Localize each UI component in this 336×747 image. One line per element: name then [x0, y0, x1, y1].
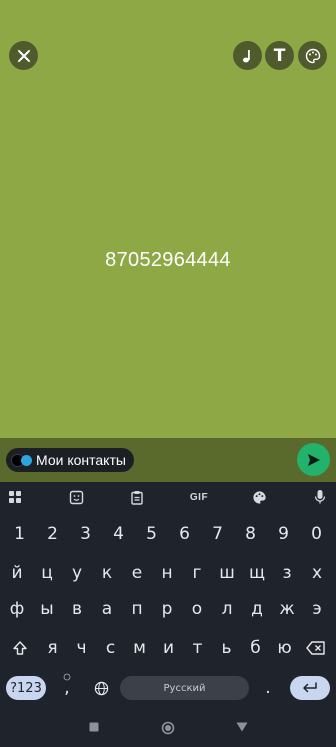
audience-label: Мои контакты: [36, 452, 126, 468]
key[interactable]: п: [122, 590, 152, 628]
key[interactable]: щ: [242, 554, 272, 592]
key[interactable]: и: [154, 629, 183, 667]
square-icon: [89, 722, 99, 732]
apps-grid-icon: [9, 491, 21, 503]
music-button[interactable]: [233, 41, 262, 70]
key[interactable]: ч: [67, 629, 96, 667]
key[interactable]: д: [242, 590, 272, 628]
key[interactable]: ф: [2, 590, 32, 628]
home-button[interactable]: [161, 721, 175, 735]
key[interactable]: 3: [69, 515, 102, 553]
close-icon: [17, 49, 30, 62]
enter-key[interactable]: [290, 676, 330, 700]
keyboard-toolbar: GIF: [0, 482, 336, 512]
keyboard: GIF 1 2 3 4 5 6 7 8 9 0 й ц у к е н г ш …: [0, 482, 336, 712]
comma-key[interactable]: ,: [52, 669, 82, 707]
key[interactable]: 5: [135, 515, 168, 553]
period-key[interactable]: .: [253, 669, 283, 707]
enter-icon: [303, 682, 317, 693]
key[interactable]: 7: [201, 515, 234, 553]
key[interactable]: х: [302, 554, 332, 592]
clipboard-button[interactable]: [127, 487, 147, 507]
story-canvas[interactable]: T 87052964444: [0, 0, 336, 438]
key[interactable]: е: [122, 554, 152, 592]
theme-button[interactable]: [249, 487, 269, 507]
key[interactable]: з: [272, 554, 302, 592]
key[interactable]: ы: [32, 590, 62, 628]
key[interactable]: 1: [3, 515, 36, 553]
key[interactable]: й: [2, 554, 32, 592]
key[interactable]: 0: [300, 515, 333, 553]
text-tool-label: T: [273, 45, 286, 66]
space-key[interactable]: Русский: [120, 676, 249, 700]
shift-key[interactable]: [4, 629, 36, 667]
key[interactable]: в: [62, 590, 92, 628]
home-circle-icon: [161, 721, 175, 735]
audience-selector[interactable]: Мои контакты: [6, 448, 134, 472]
sticker-icon: [69, 490, 83, 504]
key[interactable]: б: [241, 629, 270, 667]
story-text[interactable]: 87052964444: [0, 249, 336, 272]
clipboard-icon: [131, 490, 143, 505]
music-note-icon: [242, 49, 250, 62]
sticker-button[interactable]: [66, 487, 86, 507]
close-button[interactable]: [9, 41, 38, 70]
shift-icon: [13, 641, 27, 655]
key[interactable]: ц: [32, 554, 62, 592]
key[interactable]: к: [92, 554, 122, 592]
key[interactable]: я: [38, 629, 67, 667]
language-key[interactable]: [86, 669, 116, 707]
key[interactable]: т: [183, 629, 212, 667]
comma-label: ,: [64, 678, 70, 698]
palette-icon: [252, 490, 266, 504]
key[interactable]: н: [152, 554, 182, 592]
key[interactable]: 8: [234, 515, 267, 553]
key[interactable]: ж: [272, 590, 302, 628]
key[interactable]: с: [96, 629, 125, 667]
key[interactable]: 6: [168, 515, 201, 553]
keyboard-row-digits: 1 2 3 4 5 6 7 8 9 0: [0, 515, 336, 553]
background-color-button[interactable]: [298, 41, 327, 70]
gif-button[interactable]: GIF: [188, 487, 210, 507]
key[interactable]: ш: [212, 554, 242, 592]
key[interactable]: ь: [212, 629, 241, 667]
recents-button[interactable]: [89, 722, 99, 732]
key[interactable]: р: [152, 590, 182, 628]
back-triangle-icon: [236, 722, 248, 732]
key[interactable]: г: [182, 554, 212, 592]
key[interactable]: у: [62, 554, 92, 592]
voice-input-button[interactable]: [310, 487, 330, 507]
key[interactable]: о: [182, 590, 212, 628]
send-button[interactable]: [297, 443, 330, 476]
backspace-key[interactable]: [300, 629, 332, 667]
keyboard-row-3: я ч с м и т ь б ю: [0, 629, 336, 667]
key[interactable]: м: [125, 629, 154, 667]
keyboard-row-bottom: ?123 , Русский .: [0, 669, 336, 707]
send-icon: [307, 453, 320, 466]
key[interactable]: ю: [270, 629, 299, 667]
text-tool-button[interactable]: T: [265, 41, 294, 70]
microphone-icon: [314, 490, 326, 504]
symbols-mode-key[interactable]: ?123: [6, 676, 46, 700]
globe-icon: [94, 681, 108, 695]
back-button[interactable]: [236, 722, 248, 732]
palette-icon: [305, 48, 320, 63]
emoji-hint-icon: [63, 673, 71, 681]
contact-avatar-secondary: [21, 454, 32, 466]
key[interactable]: 2: [36, 515, 69, 553]
keyboard-row-2: ф ы в а п р о л д ж э: [0, 590, 336, 628]
key[interactable]: 4: [102, 515, 135, 553]
backspace-icon: [306, 641, 325, 655]
gif-label: GIF: [189, 491, 209, 503]
apps-button[interactable]: [5, 487, 25, 507]
key[interactable]: л: [212, 590, 242, 628]
key[interactable]: э: [302, 590, 332, 628]
system-navigation-bar: [0, 712, 336, 747]
keyboard-row-1: й ц у к е н г ш щ з х: [0, 554, 336, 592]
key[interactable]: 9: [267, 515, 300, 553]
key[interactable]: а: [92, 590, 122, 628]
